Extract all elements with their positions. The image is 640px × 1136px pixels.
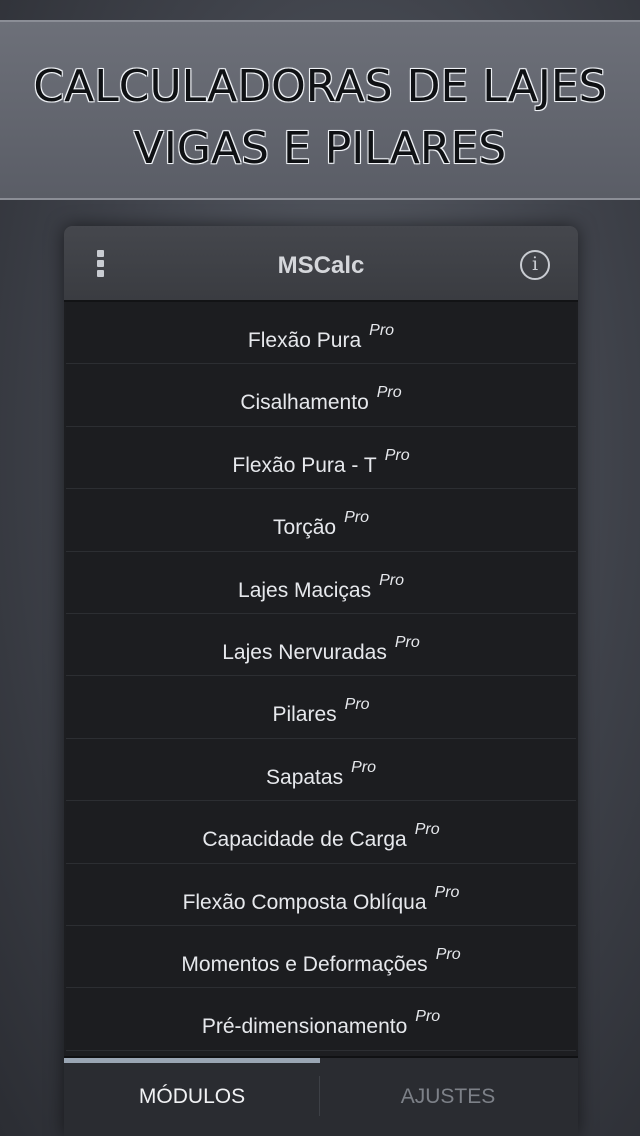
- pro-badge: Pro: [344, 509, 369, 527]
- banner-title-line-2: VIGAS E PILARES: [133, 123, 507, 174]
- pro-badge: Pro: [394, 633, 420, 651]
- module-list: Flexão Pura Pro Cisalhamento Pro Flexão Pu…: [66, 302, 576, 1051]
- pro-badge: Pro: [415, 1008, 441, 1026]
- pro-badge: Pro: [414, 821, 440, 839]
- list-item-label: Lajes Nervuradas: [222, 640, 387, 664]
- list-item-lajes-nervuradas[interactable]: Lajes Nervuradas Pro: [66, 613, 576, 677]
- bottom-tab-bar: MÓDULOS AJUSTES: [64, 1056, 578, 1136]
- list-item-label: Momentos e Deformações: [181, 952, 428, 976]
- list-item-label: Flexão Pura - T: [232, 453, 377, 477]
- list-item-pre-dimensionamento[interactable]: Pré-dimensionamento Pro: [66, 988, 576, 1051]
- list-item-label: Pré-dimensionamento: [201, 1015, 408, 1039]
- list-item-label: Pilares: [272, 703, 337, 727]
- pro-badge: Pro: [435, 945, 461, 963]
- list-item-flexao-pura[interactable]: Flexão Pura Pro: [66, 302, 576, 365]
- list-item-lajes-macicas[interactable]: Lajes Maciças Pro: [66, 551, 576, 614]
- list-item-momentos-e-deformacoes[interactable]: Momentos e Deformações Pro: [66, 925, 576, 989]
- list-item-label: Lajes Maciças: [238, 578, 372, 602]
- pro-badge: Pro: [369, 322, 395, 339]
- pro-badge: Pro: [376, 384, 402, 402]
- list-item-cisalhamento[interactable]: Cisalhamento Pro: [66, 364, 576, 427]
- list-item-capacidade-de-carga[interactable]: Capacidade de Carga Pro: [66, 801, 576, 864]
- banner-title-line-1: CALCULADORAS DE LAJES: [33, 61, 607, 112]
- list-item-label: Flexão Composta Oblíqua: [182, 890, 427, 914]
- app-bar: MSCalc i: [64, 226, 578, 302]
- list-item-pilares[interactable]: Pilares Pro: [66, 676, 576, 739]
- app-screen: MSCalc i Flexão Pura Pro Cisalhamento Pro …: [64, 226, 578, 1136]
- list-item-label: Capacidade de Carga: [202, 828, 407, 852]
- info-icon[interactable]: i: [520, 250, 550, 280]
- list-item-flexao-composta-obliqua[interactable]: Flexão Composta Oblíqua Pro: [66, 863, 576, 926]
- list-item-label: Sapatas: [266, 765, 344, 789]
- pro-badge: Pro: [379, 571, 404, 589]
- banner-title: CALCULADORAS DE LAJES VIGAS E PILARES: [0, 56, 640, 180]
- list-item-sapatas[interactable]: Sapatas Pro: [66, 738, 576, 802]
- pro-badge: Pro: [384, 446, 410, 464]
- list-item-torcao[interactable]: Torção Pro: [66, 489, 576, 552]
- tab-ajustes[interactable]: AJUSTES: [320, 1058, 576, 1136]
- list-item-label: Cisalhamento: [240, 391, 369, 415]
- tab-modulos[interactable]: MÓDULOS: [64, 1058, 320, 1136]
- pro-badge: Pro: [434, 883, 460, 901]
- list-item-label: Torção: [273, 516, 337, 540]
- pro-badge: Pro: [344, 696, 370, 714]
- list-item-flexao-pura-t[interactable]: Flexão Pura - T Pro: [66, 426, 576, 490]
- pro-badge: Pro: [351, 758, 376, 776]
- promo-banner: CALCULADORAS DE LAJES VIGAS E PILARES: [0, 20, 640, 200]
- app-title: MSCalc: [277, 252, 365, 279]
- list-item-label: Flexão Pura: [247, 329, 362, 352]
